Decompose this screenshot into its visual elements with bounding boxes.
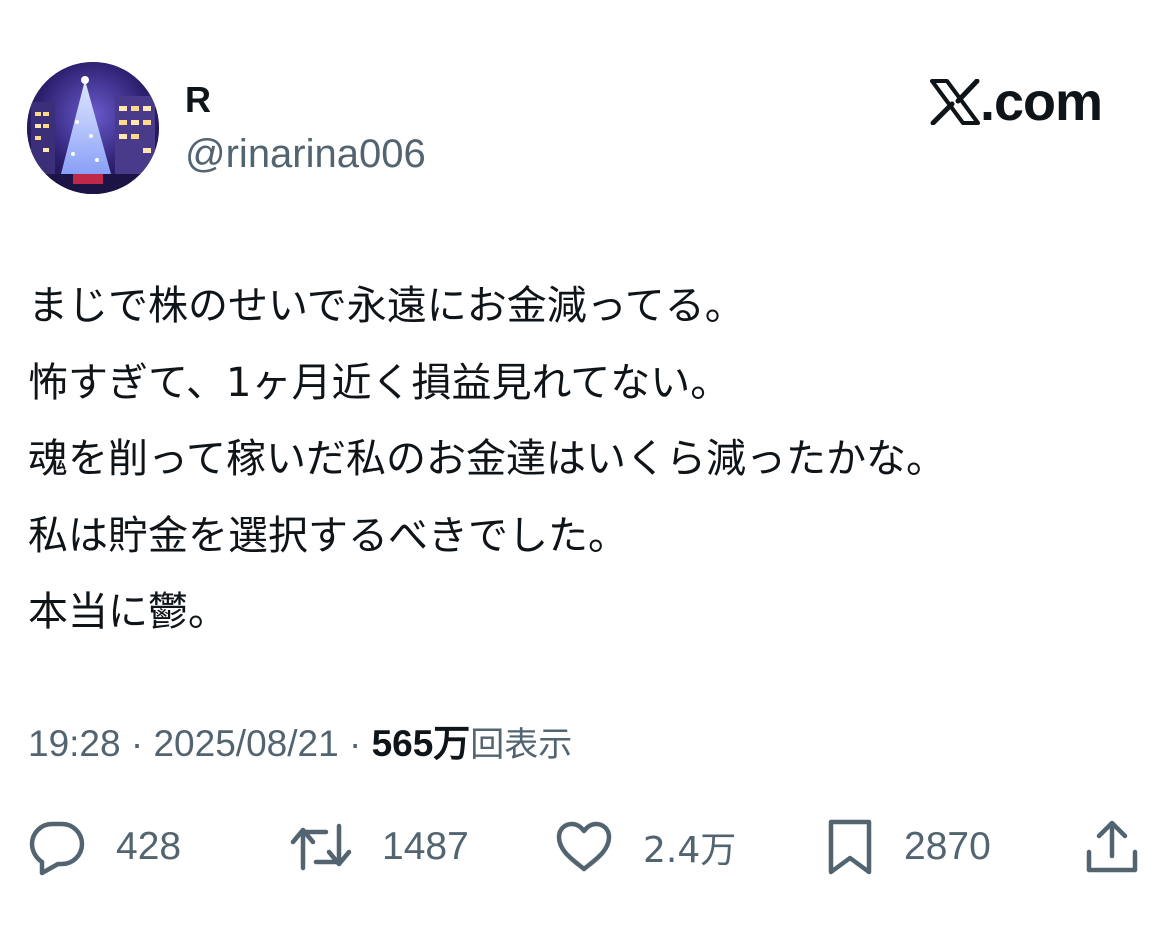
tweet-meta: 19:28 · 2025/08/21 · 565万回表示 [28, 718, 572, 771]
bookmark-count: 2870 [904, 825, 991, 868]
share-button[interactable] [1084, 812, 1140, 882]
views-count[interactable]: 565万 [372, 723, 471, 764]
brand-text: .com [979, 72, 1103, 132]
reply-count: 428 [116, 825, 182, 868]
tweet-line: まじで株のせいで永遠にお金減ってる。 [28, 283, 745, 329]
repost-arrows-icon [290, 823, 352, 871]
tweet-date[interactable]: 2025/08/21 [153, 723, 338, 764]
views-label: 回表示 [470, 725, 573, 765]
author-name[interactable]: R [185, 78, 211, 122]
avatar[interactable] [27, 62, 159, 194]
repost-count: 1487 [382, 825, 469, 868]
tweet-line: 私は貯金を選択するべきでした。 [28, 512, 628, 559]
bookmark-button[interactable]: 2870 [826, 812, 991, 882]
tweet-time[interactable]: 19:28 [28, 723, 121, 764]
repost-button[interactable]: 1487 [290, 812, 469, 882]
meta-separator: · [120, 723, 154, 764]
like-count: 2.4万 [643, 830, 737, 871]
x-logo-icon [929, 79, 980, 125]
reply-button[interactable]: 428 [28, 812, 181, 882]
author-handle[interactable]: @rinarina006 [185, 130, 426, 178]
tweet-line: 本当に鬱。 [28, 589, 228, 635]
share-upload-icon [1086, 820, 1138, 873]
avatar-image [27, 62, 159, 194]
action-bar: 428 1487 2.4万 2870 [0, 812, 1170, 882]
tweet-text: まじで株のせいで永遠にお金減ってる。 怖すぎて、1ヶ月近く損益見れてない。 魂を… [28, 268, 1148, 651]
like-button[interactable]: 2.4万 [555, 812, 736, 882]
meta-separator: · [338, 723, 372, 764]
tweet-line: 魂を削って稼いだ私のお金達はいくら減ったかな。 [28, 436, 946, 482]
heart-icon [556, 821, 612, 872]
brand-watermark: .com [929, 70, 1103, 134]
speech-bubble-icon [29, 821, 85, 876]
bookmark-icon [828, 819, 872, 875]
tweet-line: 怖すぎて、1ヶ月近く損益見れてない。 [28, 359, 731, 406]
